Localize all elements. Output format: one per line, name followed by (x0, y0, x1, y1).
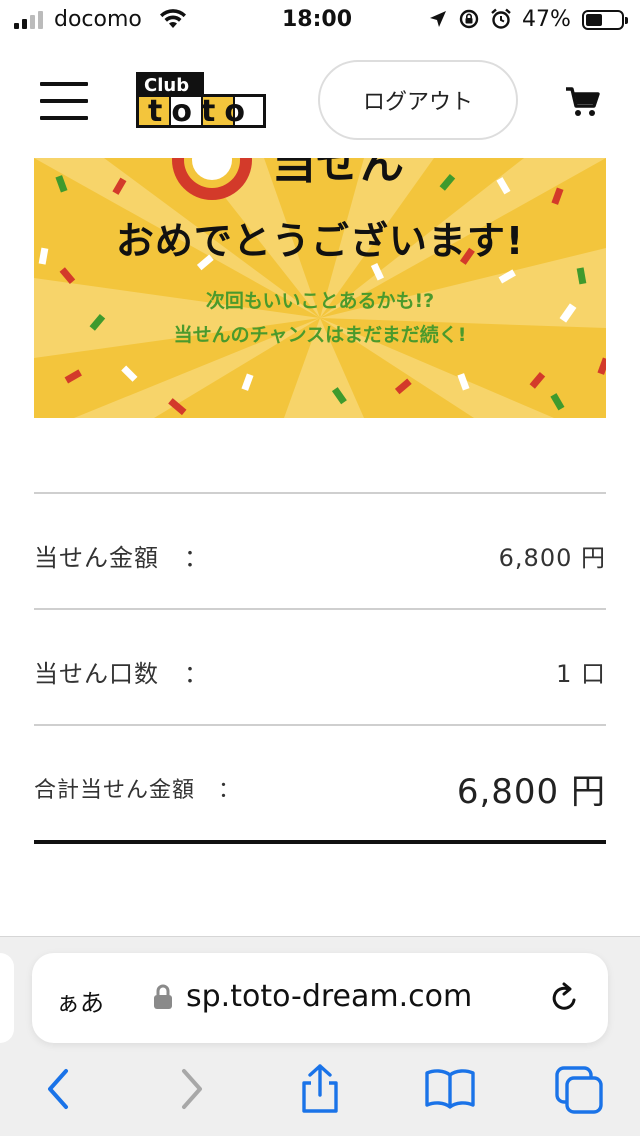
winnings-summary: 当せん金額 ： 6,800 円 当せん口数 ： 1 口 合計当せん金額 ： 6,… (34, 492, 606, 844)
chevron-right-icon[interactable] (176, 1067, 206, 1115)
logo-toto-text: toto (148, 94, 254, 128)
club-toto-logo[interactable]: Club toto (136, 72, 266, 129)
alarm-clock-icon (490, 8, 512, 36)
winning-amount-row: 当せん金額 ： 6,800 円 (34, 492, 606, 608)
banner-title: おめでとうございます! (115, 219, 525, 263)
total-winning-amount-row: 合計当せん金額 ： 6,800 円 (34, 724, 606, 840)
cart-icon[interactable] (564, 86, 600, 122)
total-winning-amount-label: 合計当せん金額 ： (34, 778, 242, 803)
address-bar[interactable]: ぁあ sp.toto-dream.com (32, 953, 608, 1043)
cell-signal-icon (14, 11, 43, 29)
status-time: 18:00 (282, 7, 353, 32)
svg-text:当せん: 当せん (272, 158, 404, 189)
lock-icon (152, 983, 174, 1015)
site-header: Club toto ログアウト (0, 40, 640, 158)
share-icon[interactable] (298, 1063, 342, 1119)
hamburger-icon[interactable] (40, 82, 88, 120)
winning-amount-value: 6,800 円 (498, 544, 606, 572)
status-bar: docomo 18:00 47% (0, 0, 640, 40)
winning-amount-label: 当せん金額 ： (34, 544, 209, 572)
banner-subtitle-line2: 当せんのチャンスはまだまだ続く! (173, 324, 467, 346)
book-icon[interactable] (424, 1067, 476, 1115)
logout-button[interactable]: ログアウト (318, 60, 518, 140)
status-icons (428, 8, 512, 36)
banner-subtitle-line1: 次回もいいことあるかも!? (205, 290, 435, 312)
winning-units-row: 当せん口数 ： 1 口 (34, 608, 606, 724)
chevron-left-icon[interactable] (44, 1067, 74, 1115)
location-arrow-icon (428, 9, 448, 35)
orientation-lock-icon (458, 8, 480, 36)
wifi-icon (158, 8, 188, 36)
browser-toolbar (0, 1064, 640, 1127)
summary-bottom-rule (34, 840, 606, 844)
browser-bottom-bar: ぁあ sp.toto-dream.com (0, 936, 640, 1136)
reload-icon[interactable] (548, 981, 582, 1019)
winning-units-label: 当せん口数 ： (34, 660, 209, 688)
tabs-icon[interactable] (554, 1065, 604, 1119)
text-size-button[interactable]: ぁあ (56, 983, 104, 1018)
congratulations-banner: 当せん おめでとうございます! 次回もいいことあるかも!? 当せんのチャンスはま… (34, 158, 606, 418)
total-winning-amount-value: 6,800 円 (456, 772, 606, 812)
previous-tab-peek[interactable] (0, 953, 14, 1043)
battery-percent: 47% (522, 7, 571, 32)
url-text: sp.toto-dream.com (186, 979, 473, 1014)
winning-units-value: 1 口 (556, 660, 606, 688)
carrier-name: docomo (54, 7, 142, 32)
logo-club-text: Club (144, 75, 189, 96)
battery-fill (586, 14, 602, 26)
battery-icon (582, 10, 628, 30)
